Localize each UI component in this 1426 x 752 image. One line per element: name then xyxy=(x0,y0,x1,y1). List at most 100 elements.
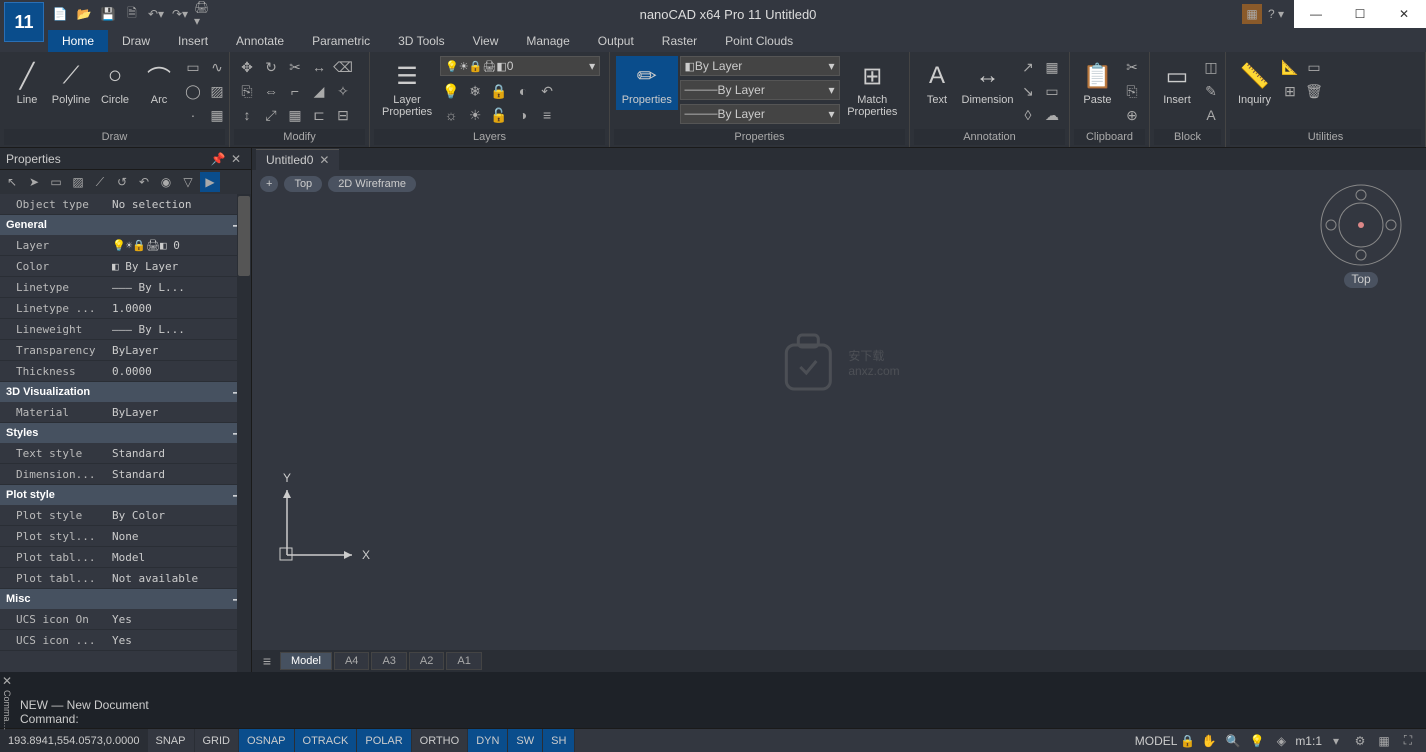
prop-val[interactable]: Standard xyxy=(108,447,251,460)
model-tab[interactable]: Model xyxy=(280,652,332,670)
circle-button[interactable]: ○Circle xyxy=(94,56,136,110)
prop-val[interactable]: 💡☀🔒🖨◧ 0 xyxy=(108,239,251,252)
tab-output[interactable]: Output xyxy=(584,30,648,52)
region-icon[interactable]: ▦ xyxy=(206,104,228,126)
prop-row[interactable]: Plot tabl...Not available xyxy=(0,568,251,589)
prop-val[interactable]: By Color xyxy=(108,509,251,522)
table-icon[interactable]: ▦ xyxy=(1041,56,1063,78)
prop-group-misc[interactable]: Misc— xyxy=(0,589,251,609)
undo-icon[interactable]: ↶▾ xyxy=(146,4,166,24)
open-icon[interactable]: 📂 xyxy=(74,4,94,24)
status-toggle-snap[interactable]: SNAP xyxy=(148,729,195,752)
trim-icon[interactable]: ✂ xyxy=(284,56,306,78)
prop-row[interactable]: Linetype ...1.0000 xyxy=(0,298,251,319)
bulb-icon[interactable]: 💡 xyxy=(1247,731,1267,751)
prop-val[interactable]: ByLayer xyxy=(108,344,251,357)
tab-raster[interactable]: Raster xyxy=(648,30,711,52)
stretch-icon[interactable]: ↕ xyxy=(236,104,258,126)
layer-prev-icon[interactable]: ↶ xyxy=(536,80,558,102)
prop-group-3d-visualization[interactable]: 3D Visualization— xyxy=(0,382,251,402)
paste-button[interactable]: 📋Paste xyxy=(1076,56,1119,110)
cmd-close-icon[interactable]: ✕ xyxy=(2,674,12,688)
status-toggle-grid[interactable]: GRID xyxy=(195,729,240,752)
insert-block-button[interactable]: ▭Insert xyxy=(1156,56,1198,110)
layer-unlock-icon[interactable]: 🔓 xyxy=(488,104,510,126)
revcloud-icon[interactable]: ☁ xyxy=(1041,104,1063,126)
rotate-icon[interactable]: ↻ xyxy=(260,56,282,78)
prop-group-plot-style[interactable]: Plot style— xyxy=(0,485,251,505)
prop-group-styles[interactable]: Styles— xyxy=(0,423,251,443)
model-space-label[interactable]: MODEL 🔒 xyxy=(1135,734,1196,748)
prop-row[interactable]: MaterialByLayer xyxy=(0,402,251,423)
pin-icon[interactable]: 📌 xyxy=(209,150,227,168)
pan-icon[interactable]: ✋ xyxy=(1199,731,1219,751)
scale-menu-icon[interactable]: ▾ xyxy=(1326,731,1346,751)
sel-prev-icon[interactable]: ↶ xyxy=(134,172,154,192)
scale-icon[interactable]: ⤢ xyxy=(260,104,282,126)
polyline-button[interactable]: ⟋Polyline xyxy=(50,56,92,110)
panel-close-icon[interactable]: ✕ xyxy=(227,150,245,168)
status-toggle-sh[interactable]: SH xyxy=(543,729,575,752)
minimize-button[interactable]: — xyxy=(1294,0,1338,28)
app-icon[interactable]: 11 xyxy=(4,2,44,42)
view-style-badge[interactable]: 2D Wireframe xyxy=(328,176,416,192)
prop-val[interactable]: 0.0000 xyxy=(108,365,251,378)
field-icon[interactable]: ▭ xyxy=(1041,80,1063,102)
tab-3dtools[interactable]: 3D Tools xyxy=(384,30,458,52)
tab-insert[interactable]: Insert xyxy=(164,30,222,52)
linetype-dropdown[interactable]: ——— By Layer▾ xyxy=(680,104,840,124)
layer-freeze-icon[interactable]: ❄ xyxy=(464,80,486,102)
panel-block-label[interactable]: Block xyxy=(1154,129,1221,145)
clip-copy-icon[interactable]: ⎘ xyxy=(1121,80,1143,102)
arc-button[interactable]: ⌒Arc xyxy=(138,56,180,110)
dimension-button[interactable]: ↔Dimension xyxy=(960,56,1015,110)
layout-tab-a2[interactable]: A2 xyxy=(409,652,444,670)
prop-val[interactable]: None xyxy=(108,530,251,543)
prop-val[interactable]: Yes xyxy=(108,613,251,626)
layout-tab-a1[interactable]: A1 xyxy=(446,652,481,670)
layer-iso-icon[interactable]: ◐ xyxy=(512,80,534,102)
status-toggle-otrack[interactable]: OTRACK xyxy=(295,729,358,752)
command-line[interactable]: ✕ Comma… NEW — New Document Command: xyxy=(0,672,1426,728)
array-icon[interactable]: ▦ xyxy=(284,104,306,126)
color-dropdown[interactable]: ◧ By Layer▾ xyxy=(680,56,840,76)
panel-properties-label[interactable]: Properties xyxy=(614,129,905,145)
prop-row[interactable]: Color◧ By Layer xyxy=(0,256,251,277)
cmd-prompt[interactable]: Command: xyxy=(6,712,1420,726)
prop-row[interactable]: Plot tabl...Model xyxy=(0,547,251,568)
tab-manage[interactable]: Manage xyxy=(512,30,583,52)
sel-all-icon[interactable]: ◉ xyxy=(156,172,176,192)
sel-filter-icon[interactable]: ▽ xyxy=(178,172,198,192)
prop-val[interactable]: Yes xyxy=(108,634,251,647)
select-icon[interactable]: ▭ xyxy=(1303,56,1325,78)
copybase-icon[interactable]: ⊕ xyxy=(1121,104,1143,126)
qselect-icon[interactable]: ↖ xyxy=(2,172,22,192)
view-add-button[interactable]: + xyxy=(260,176,278,192)
status-toggle-dyn[interactable]: DYN xyxy=(468,729,508,752)
cut-icon[interactable]: ✂ xyxy=(1121,56,1143,78)
saveall-icon[interactable]: 🗎 xyxy=(122,4,142,24)
sel-cross-icon[interactable]: ▨ xyxy=(68,172,88,192)
prop-row[interactable]: Linetype——— By L... xyxy=(0,277,251,298)
maximize-button[interactable]: ☐ xyxy=(1338,0,1382,28)
scrollbar-thumb[interactable] xyxy=(238,196,250,276)
iso-icon[interactable]: ◈ xyxy=(1271,731,1291,751)
leader-icon[interactable]: ↗ xyxy=(1017,56,1039,78)
tab-pointclouds[interactable]: Point Clouds xyxy=(711,30,807,52)
prop-val[interactable]: ——— By L... xyxy=(108,281,251,294)
prop-val[interactable]: Standard xyxy=(108,468,251,481)
calc-icon[interactable]: ⊞ xyxy=(1279,80,1301,102)
tab-annotate[interactable]: Annotate xyxy=(222,30,298,52)
ellipse-icon[interactable]: ◯ xyxy=(182,80,204,102)
prop-group-general[interactable]: General— xyxy=(0,215,251,235)
drawing-canvas[interactable]: + Top 2D Wireframe Top xyxy=(252,170,1426,650)
close-button[interactable]: ✕ xyxy=(1382,0,1426,28)
layer-properties-button[interactable]: ☰Layer Properties xyxy=(376,56,438,122)
doc-tab-close-icon[interactable]: ✕ xyxy=(319,153,329,167)
prop-val[interactable]: 1.0000 xyxy=(108,302,251,315)
offset-icon[interactable]: ⊏ xyxy=(308,104,330,126)
explode-icon[interactable]: ✧ xyxy=(332,80,354,102)
annotation-scale-icon[interactable]: ⚙ xyxy=(1350,731,1370,751)
prop-row[interactable]: Lineweight——— By L... xyxy=(0,319,251,340)
tab-draw[interactable]: Draw xyxy=(108,30,164,52)
